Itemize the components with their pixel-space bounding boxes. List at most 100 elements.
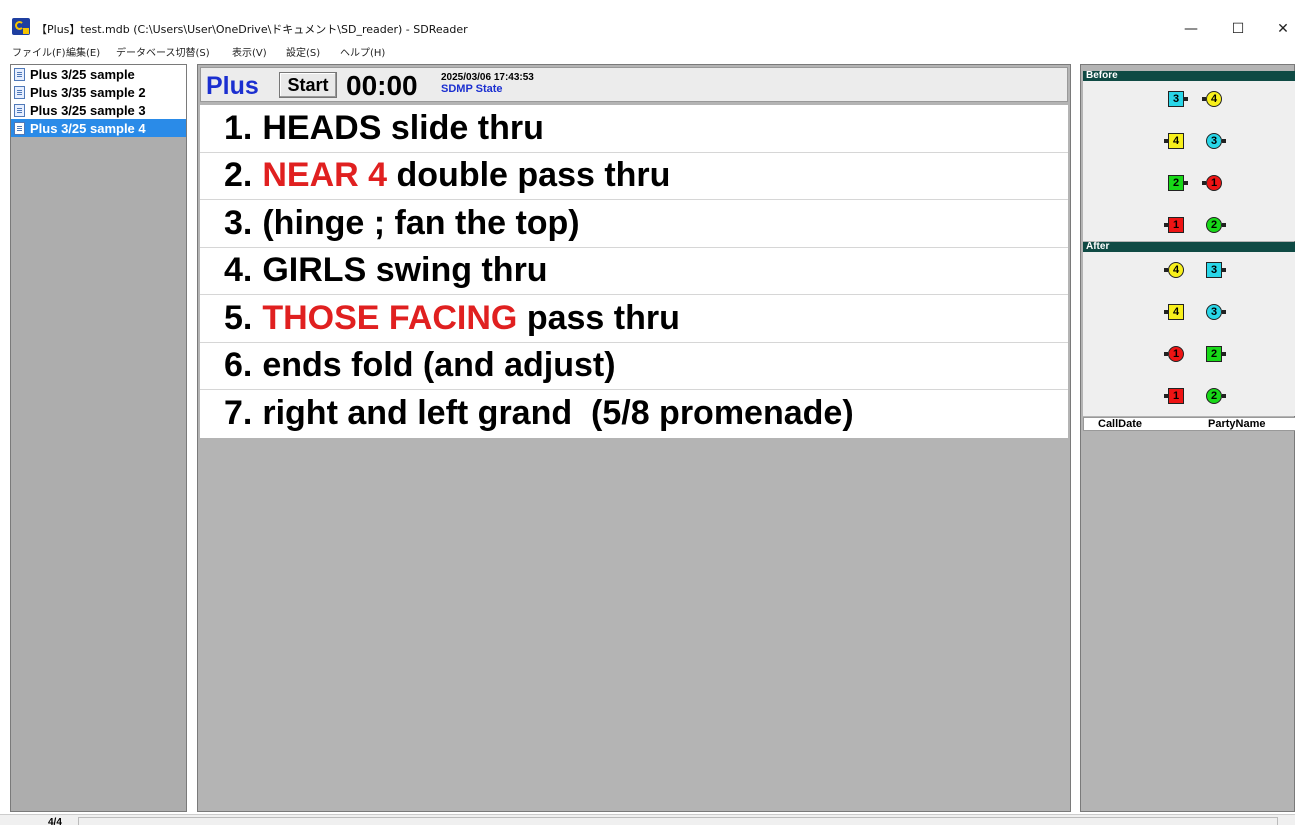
level-label: Plus — [206, 72, 259, 100]
dancer-square-green-2: 2 — [1206, 346, 1226, 362]
dancer-circle-red-1: 1 — [1202, 175, 1222, 191]
title-bar: 【Plus】test.mdb (C:\Users\User\OneDrive\ド… — [0, 10, 1295, 46]
calldate-column[interactable]: CallDate — [1098, 418, 1142, 431]
call-number: 2. — [224, 156, 253, 195]
facing-indicator — [1184, 181, 1188, 185]
sequence-item-label: Plus 3/35 sample 2 — [30, 84, 146, 100]
dancer-square-cyan-3: 3 — [1168, 91, 1188, 107]
call-row[interactable]: 3. (hinge ; fan the top) — [200, 200, 1068, 248]
call-number: 4. — [224, 251, 253, 290]
facing-indicator — [1164, 223, 1168, 227]
call-row[interactable]: 6. ends fold (and adjust) — [200, 343, 1068, 390]
call-text-highlight: NEAR 4 — [262, 156, 388, 195]
call-row[interactable]: 4. GIRLS swing thru — [200, 248, 1068, 295]
facing-indicator — [1164, 268, 1168, 272]
facing-indicator — [1184, 97, 1188, 101]
status-field — [78, 817, 1278, 825]
facing-indicator — [1202, 97, 1206, 101]
call-text: pass thru — [517, 298, 680, 337]
menu-bar: ファイル(F) 編集(E) データベース切替(S) 表示(V) 設定(S) ヘル… — [0, 46, 1295, 62]
maximize-button[interactable]: ☐ — [1215, 16, 1261, 42]
sequence-header: Plus Start 00:00 2025/03/06 17:43:53 SDM… — [200, 67, 1068, 102]
formation-panel: Before 34432112 After 43431212 CallDate … — [1080, 64, 1295, 812]
call-text: (hinge ; fan the top) — [262, 203, 580, 242]
call-number: 5. — [224, 298, 253, 337]
menu-edit[interactable]: 編集(E) — [66, 46, 100, 62]
facing-indicator — [1222, 223, 1226, 227]
sequence-item[interactable]: Plus 3/25 sample 3 — [11, 101, 186, 119]
menu-file[interactable]: ファイル(F) — [12, 46, 66, 62]
sequence-item[interactable]: Plus 3/25 sample — [11, 65, 186, 83]
after-formation: 4 3 4 3 1 2 1 2 — [1083, 252, 1295, 416]
status-page-count: 4/4 — [48, 817, 62, 825]
document-icon — [14, 103, 25, 117]
call-list: 1. HEADS slide thru 2. NEAR 4 double pas… — [200, 105, 1068, 438]
facing-indicator — [1164, 310, 1168, 314]
call-display-panel: Plus Start 00:00 2025/03/06 17:43:53 SDM… — [197, 64, 1071, 812]
facing-indicator — [1164, 352, 1168, 356]
facing-indicator — [1222, 394, 1226, 398]
facing-indicator — [1222, 139, 1226, 143]
dancer-square-green-2: 2 — [1168, 175, 1188, 191]
document-icon — [14, 121, 25, 135]
call-row[interactable]: 1. HEADS slide thru — [200, 105, 1068, 153]
before-formation: 34432112 — [1083, 81, 1295, 241]
app-icon[interactable] — [12, 18, 30, 35]
facing-indicator — [1222, 268, 1226, 272]
call-number: 7. — [224, 394, 253, 433]
dancer-square-yellow-4: 4 — [1164, 304, 1184, 320]
call-text: GIRLS swing thru — [262, 251, 548, 290]
dancer-circle-green-2: 2 — [1206, 217, 1226, 233]
dancer-square-red-1: 1 — [1164, 388, 1184, 404]
state-label: SDMP State — [441, 83, 503, 95]
partyname-column[interactable]: PartyName — [1208, 418, 1265, 431]
facing-indicator — [1202, 181, 1206, 185]
call-row[interactable]: 5. THOSE FACING pass thru — [200, 295, 1068, 343]
document-icon — [14, 85, 25, 99]
dancer-circle-cyan-3: 3 — [1206, 304, 1226, 320]
start-button[interactable]: Start — [279, 72, 337, 98]
call-number: 1. — [224, 108, 253, 147]
after-header: After — [1083, 242, 1295, 252]
call-text: ends fold (and adjust) — [262, 346, 616, 385]
facing-indicator — [1164, 394, 1168, 398]
call-row[interactable]: 7. right and left grand (5/8 promenade) — [200, 390, 1068, 438]
sequence-list: Plus 3/25 sample Plus 3/35 sample 2 Plus… — [11, 65, 186, 137]
sequence-item-selected[interactable]: Plus 3/25 sample 4 — [11, 119, 186, 137]
call-number: 6. — [224, 346, 253, 385]
facing-indicator — [1222, 310, 1226, 314]
call-log-header: CallDate PartyName — [1083, 417, 1295, 431]
timer-display: 00:00 — [346, 70, 418, 101]
menu-view[interactable]: 表示(V) — [232, 46, 267, 62]
sequence-list-panel: Plus 3/25 sample Plus 3/35 sample 2 Plus… — [10, 64, 187, 812]
window-title: 【Plus】test.mdb (C:\Users\User\OneDrive\ド… — [36, 23, 468, 36]
sequence-item-label: Plus 3/25 sample 4 — [30, 120, 146, 136]
status-bar: 4/4 — [0, 814, 1295, 825]
menu-help[interactable]: ヘルプ(H) — [340, 46, 385, 62]
minimize-button[interactable]: — — [1168, 16, 1214, 42]
document-icon — [14, 67, 25, 81]
dancer-circle-green-2: 2 — [1206, 388, 1226, 404]
datetime-label: 2025/03/06 17:43:53 — [441, 72, 534, 83]
sequence-item-label: Plus 3/25 sample 3 — [30, 102, 146, 118]
dancer-square-cyan-3: 3 — [1206, 262, 1226, 278]
facing-indicator — [1222, 352, 1226, 356]
menu-settings[interactable]: 設定(S) — [286, 46, 320, 62]
dancer-circle-yellow-4: 4 — [1202, 91, 1222, 107]
facing-indicator — [1164, 139, 1168, 143]
call-text: right and left grand (5/8 promenade) — [262, 394, 854, 433]
call-text: double pass thru — [387, 156, 671, 195]
call-row[interactable]: 2. NEAR 4 double pass thru — [200, 153, 1068, 200]
call-text: HEADS slide thru — [262, 108, 544, 147]
call-text-highlight: THOSE FACING — [262, 298, 518, 337]
dancer-circle-red-1: 1 — [1164, 346, 1184, 362]
dancer-square-yellow-4: 4 — [1164, 133, 1184, 149]
call-number: 3. — [224, 203, 253, 242]
dancer-square-red-1: 1 — [1164, 217, 1184, 233]
close-button[interactable]: ✕ — [1260, 16, 1295, 42]
sequence-item[interactable]: Plus 3/35 sample 2 — [11, 83, 186, 101]
sequence-item-label: Plus 3/25 sample — [30, 66, 135, 82]
before-header: Before — [1083, 71, 1295, 81]
dancer-circle-yellow-4: 4 — [1164, 262, 1184, 278]
menu-database-switch[interactable]: データベース切替(S) — [116, 46, 210, 62]
